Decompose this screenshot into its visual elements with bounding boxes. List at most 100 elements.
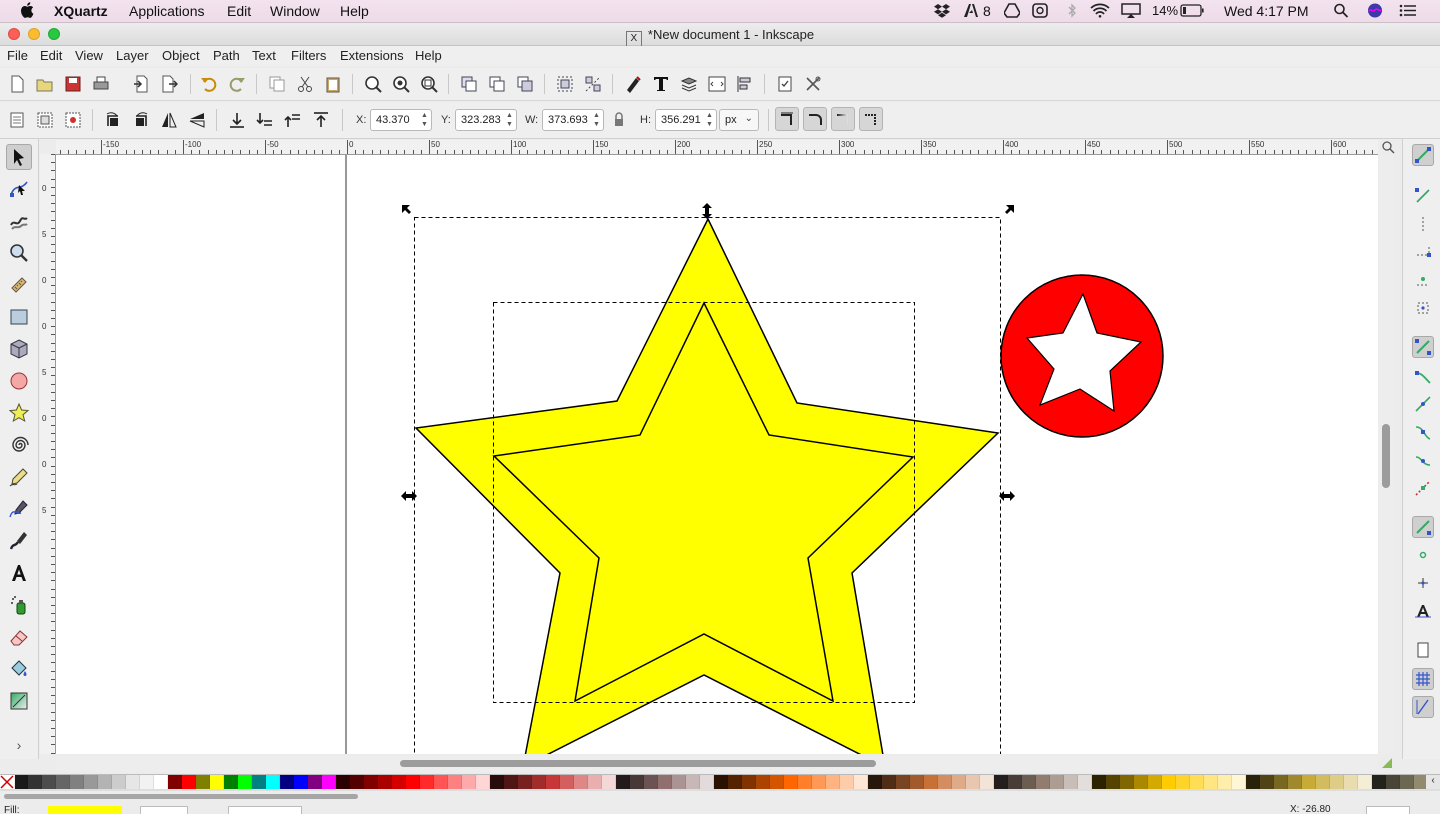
menubar-help[interactable]: Help <box>340 3 369 19</box>
palette-swatch[interactable] <box>168 775 182 789</box>
text-tool[interactable] <box>6 560 32 586</box>
snap-rotation-centers-icon[interactable] <box>1412 572 1434 594</box>
palette-swatch[interactable] <box>868 775 882 789</box>
scale-corners-toggle[interactable] <box>803 107 827 131</box>
palette-swatch[interactable] <box>728 775 742 789</box>
export-icon[interactable] <box>158 73 180 95</box>
layers-icon[interactable] <box>678 73 700 95</box>
snap-guides-toggle[interactable] <box>1412 696 1434 718</box>
adobe-icon[interactable] <box>963 3 979 18</box>
zoom-drawing-icon[interactable] <box>390 73 412 95</box>
drawing-canvas[interactable] <box>56 155 1378 754</box>
layer-select[interactable] <box>228 806 302 814</box>
save-icon[interactable] <box>62 73 84 95</box>
zoom-spinbox[interactable] <box>1366 806 1410 814</box>
color-managed-view-icon[interactable] <box>1381 757 1393 772</box>
spotlight-search-icon[interactable] <box>1333 3 1349 18</box>
select-all-layers-icon[interactable] <box>34 109 56 131</box>
snap-others-toggle[interactable] <box>1412 516 1434 538</box>
palette-swatch[interactable] <box>420 775 434 789</box>
zoom-page-icon[interactable] <box>418 73 440 95</box>
palette-swatch[interactable] <box>56 775 70 789</box>
new-document-icon[interactable] <box>6 73 28 95</box>
palette-swatch[interactable] <box>1288 775 1302 789</box>
palette-swatch[interactable] <box>476 775 490 789</box>
lower-to-bottom-icon[interactable] <box>226 109 248 131</box>
palette-swatch[interactable] <box>140 775 154 789</box>
lower-icon[interactable] <box>254 109 276 131</box>
palette-swatch[interactable] <box>686 775 700 789</box>
align-distribute-icon[interactable] <box>734 73 756 95</box>
palette-swatch[interactable] <box>1386 775 1400 789</box>
x-stepper-icon[interactable]: ▲ ▼ <box>420 111 429 129</box>
tweak-tool[interactable] <box>6 208 32 234</box>
palette-swatch[interactable] <box>196 775 210 789</box>
palette-swatch[interactable] <box>1232 775 1246 789</box>
palette-swatch[interactable] <box>1204 775 1218 789</box>
vertical-scrollbar[interactable] <box>1379 154 1393 754</box>
paste-icon[interactable] <box>322 73 344 95</box>
palette-swatch[interactable] <box>896 775 910 789</box>
opacity-spinbox[interactable] <box>140 806 188 814</box>
palette-swatch[interactable] <box>42 775 56 789</box>
palette-swatch[interactable] <box>392 775 406 789</box>
palette-swatch[interactable] <box>490 775 504 789</box>
import-icon[interactable] <box>130 73 152 95</box>
battery-icon[interactable] <box>1180 3 1204 18</box>
palette-swatch[interactable] <box>644 775 658 789</box>
palette-swatch[interactable] <box>378 775 392 789</box>
selector-tool[interactable] <box>6 144 32 170</box>
palette-swatch[interactable] <box>1078 775 1092 789</box>
document-properties-icon[interactable] <box>774 73 796 95</box>
y-stepper-icon[interactable]: ▲ ▼ <box>505 111 514 129</box>
palette-swatch[interactable] <box>210 775 224 789</box>
snap-paths-icon[interactable] <box>1412 365 1434 387</box>
transform-patterns-toggle[interactable] <box>859 107 883 131</box>
menu-layer[interactable]: Layer <box>116 48 149 63</box>
airplay-icon[interactable] <box>1121 3 1141 18</box>
flip-vertical-icon[interactable] <box>186 109 208 131</box>
zoom-corner-icon[interactable] <box>1381 140 1395 154</box>
menu-extensions[interactable]: Extensions <box>340 48 404 63</box>
raise-icon[interactable] <box>282 109 304 131</box>
palette-swatch[interactable] <box>336 775 350 789</box>
copy-icon[interactable] <box>266 73 288 95</box>
palette-swatch[interactable] <box>182 775 196 789</box>
menu-help[interactable]: Help <box>415 48 442 63</box>
palette-swatch[interactable] <box>910 775 924 789</box>
menubar-window[interactable]: Window <box>270 3 320 19</box>
palette-scrollbar[interactable] <box>0 792 1440 802</box>
deselect-icon[interactable] <box>62 109 84 131</box>
zoom-tool[interactable] <box>6 240 32 266</box>
dropbox-icon[interactable] <box>934 3 950 18</box>
vertical-ruler[interactable]: 0 5 0 0 5 0 0 5 <box>40 154 56 754</box>
palette-swatch[interactable] <box>798 775 812 789</box>
fill-indicator[interactable] <box>48 806 122 814</box>
flip-horizontal-icon[interactable] <box>158 109 180 131</box>
palette-swatch[interactable] <box>574 775 588 789</box>
palette-swatch[interactable] <box>28 775 42 789</box>
creative-cloud-icon[interactable] <box>1032 3 1048 18</box>
palette-swatch[interactable] <box>70 775 84 789</box>
menu-object[interactable]: Object <box>162 48 200 63</box>
snap-bbox-centers-icon[interactable] <box>1412 297 1434 319</box>
palette-swatch[interactable] <box>1330 775 1344 789</box>
palette-swatch[interactable] <box>1106 775 1120 789</box>
palette-swatch[interactable] <box>1400 775 1414 789</box>
palette-swatch[interactable] <box>266 775 280 789</box>
color-palette[interactable]: ‹ <box>0 774 1440 791</box>
palette-swatch[interactable] <box>280 775 294 789</box>
gradient-tool[interactable] <box>6 688 32 714</box>
spray-tool[interactable] <box>6 592 32 618</box>
palette-swatch[interactable] <box>1022 775 1036 789</box>
measure-tool[interactable] <box>6 272 32 298</box>
palette-swatch[interactable] <box>1190 775 1204 789</box>
cut-icon[interactable] <box>294 73 316 95</box>
palette-swatch[interactable] <box>448 775 462 789</box>
snap-bbox-edges-icon[interactable] <box>1412 213 1434 235</box>
snap-enable-toggle[interactable] <box>1412 144 1434 166</box>
palette-swatch[interactable] <box>518 775 532 789</box>
pencil-tool[interactable] <box>6 464 32 490</box>
palette-swatch[interactable] <box>980 775 994 789</box>
w-stepper-icon[interactable]: ▲ ▼ <box>592 111 601 129</box>
